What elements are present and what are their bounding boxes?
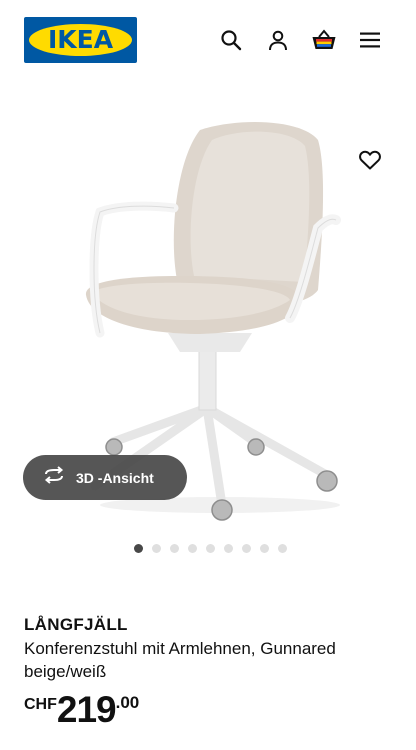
user-icon[interactable]: [264, 26, 292, 54]
carousel-dot[interactable]: [259, 544, 269, 553]
search-icon[interactable]: [217, 26, 245, 54]
menu-icon[interactable]: [356, 26, 384, 54]
carousel-dot[interactable]: [151, 544, 161, 553]
header: IKEA: [0, 0, 416, 82]
rotate-3d-icon: [42, 466, 66, 489]
product-description: Konferenzstuhl mit Armlehnen, Gunnared b…: [24, 639, 336, 681]
price-currency: CHF: [24, 696, 57, 713]
carousel-dot[interactable]: [277, 544, 287, 553]
3d-view-label: 3D -Ansicht: [76, 469, 154, 486]
ikea-logo[interactable]: IKEA: [24, 17, 137, 63]
product-price: CHF 219 .00: [24, 690, 139, 734]
carousel-dot[interactable]: [205, 544, 215, 553]
carousel-dot[interactable]: [187, 544, 197, 553]
carousel-dot[interactable]: [223, 544, 233, 553]
price-integer: 219: [56, 689, 117, 730]
product-name: LÅNGFJÄLL: [24, 615, 128, 634]
carousel-dot[interactable]: [169, 544, 179, 553]
price-decimal: .00: [115, 693, 140, 712]
3d-view-button[interactable]: 3D -Ansicht: [23, 455, 187, 500]
carousel-dot[interactable]: [133, 544, 143, 553]
carousel-indicator: [0, 544, 416, 554]
product-info: LÅNGFJÄLL Konferenzstuhl mit Armlehnen, …: [24, 614, 394, 683]
logo-wordmark: IKEA: [47, 25, 114, 54]
favorite-heart-icon[interactable]: [356, 146, 384, 174]
basket-icon[interactable]: [310, 26, 338, 54]
carousel-dot[interactable]: [241, 544, 251, 553]
